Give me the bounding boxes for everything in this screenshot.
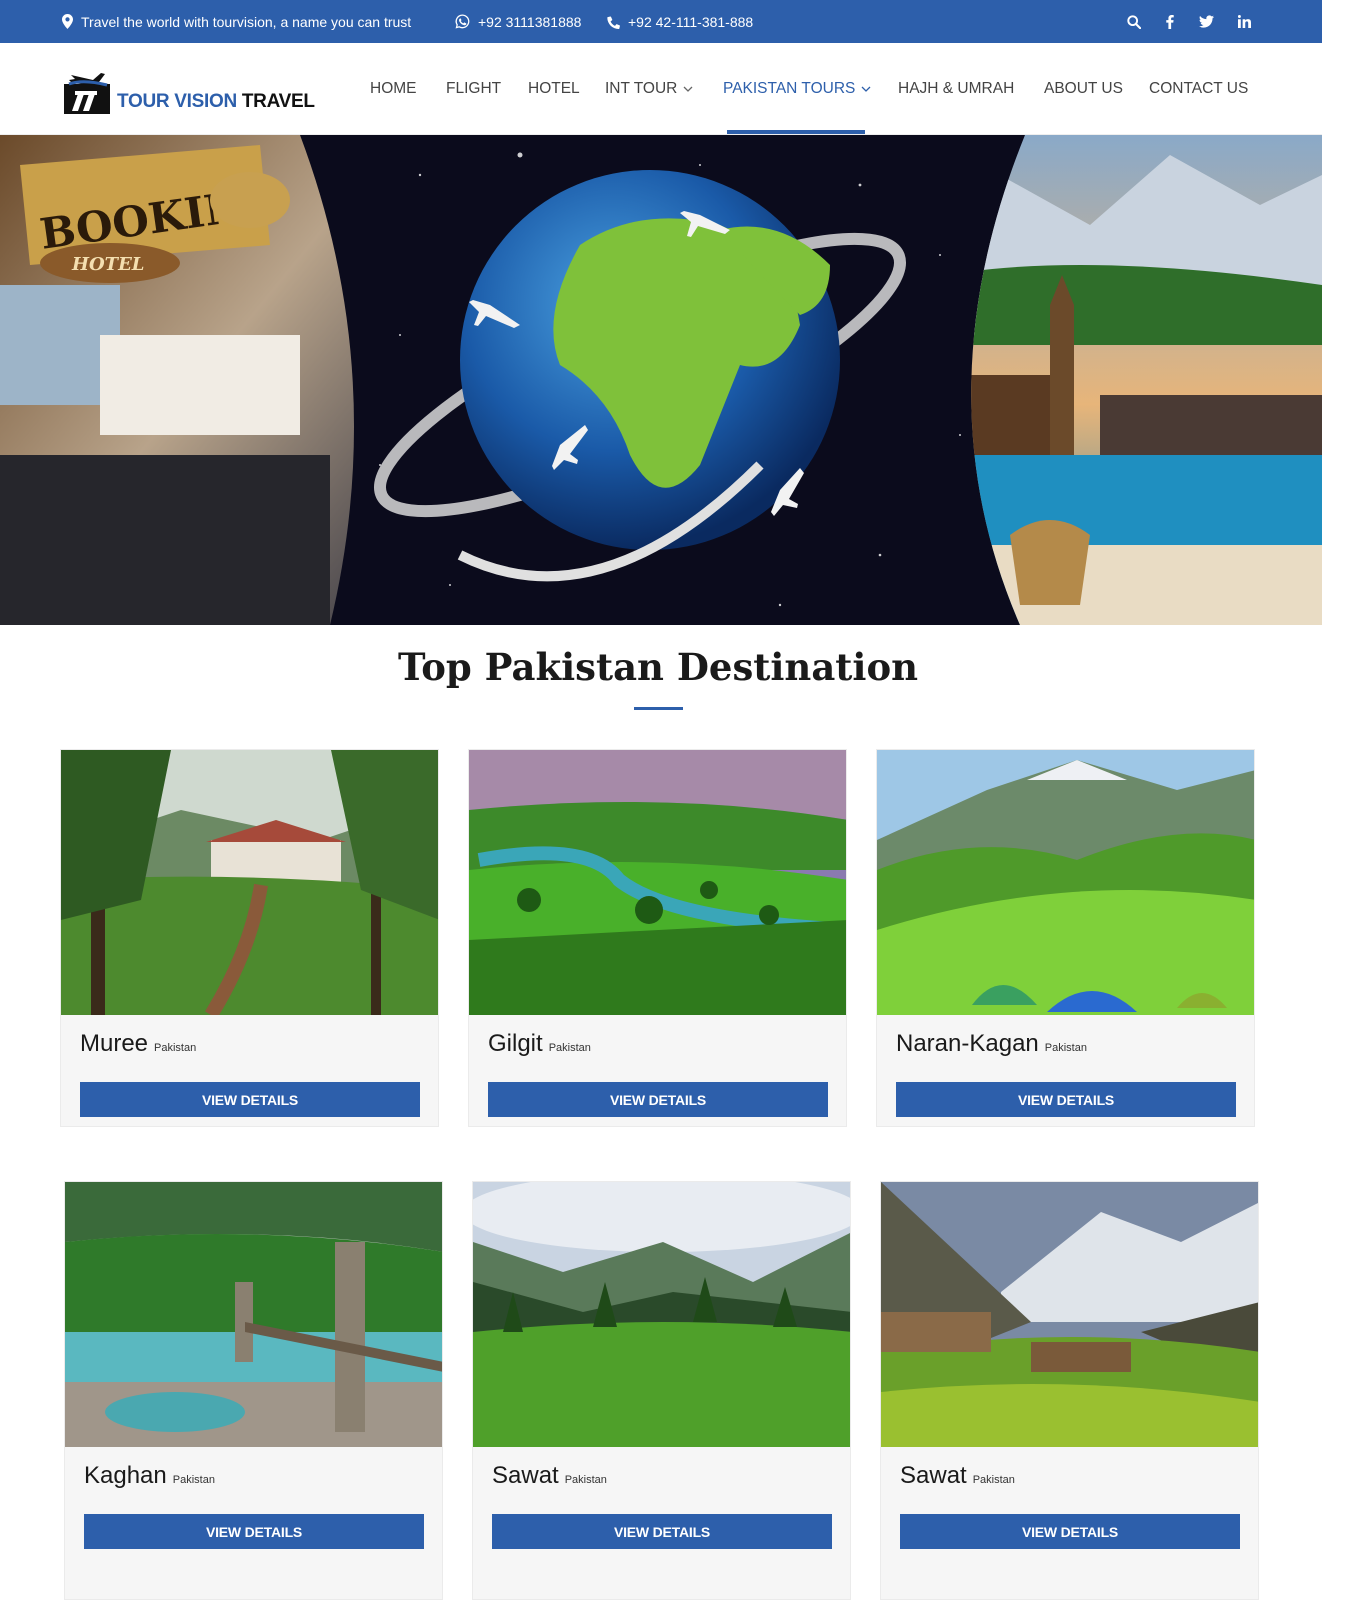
destination-image-kaghan[interactable] [65,1182,442,1447]
nav-about-label: ABOUT US [1044,80,1123,97]
tagline-item: Travel the world with tourvision, a name… [62,0,411,43]
facebook-link[interactable] [1158,0,1182,43]
page-edge [1322,0,1349,1600]
destination-caption: Naran-Kagan Pakistan [896,1030,1087,1058]
destination-caption: Gilgit Pakistan [488,1030,591,1058]
nav-flight-label: FLIGHT [446,80,502,97]
twitter-icon [1198,15,1214,28]
destination-caption: Muree Pakistan [80,1030,196,1058]
destination-image-muree[interactable] [61,750,438,1015]
destination-name: Muree [80,1030,149,1057]
destination-country: Pakistan [154,1042,197,1054]
search-button[interactable] [1122,0,1146,43]
view-details-button[interactable]: VIEW DETAILS [84,1514,424,1549]
destination-caption: Sawat Pakistan [492,1462,607,1490]
destination-country: Pakistan [972,1474,1015,1486]
logo-text-travel: TRAVEL [241,91,315,112]
nav-pakistan-tours[interactable]: PAKISTAN TOURS [723,43,871,135]
nav-about-us[interactable]: ABOUT US [1044,43,1123,135]
nav-hotel-label: HOTEL [528,80,580,97]
nav-int-tour-label: INT TOUR [605,80,678,97]
twitter-link[interactable] [1194,0,1218,43]
nav-contact-us[interactable]: CONTACT US [1149,43,1248,135]
destination-card-sawat-2: Sawat Pakistan VIEW DETAILS [880,1181,1259,1600]
phone-item[interactable]: +92 42-111-381-888 [606,0,753,43]
logo-text-tourvision: TOUR VISION [117,91,237,112]
destination-image-gilgit[interactable] [469,750,846,1015]
chevron-down-icon [861,86,871,92]
site-logo[interactable]: TOUR VISION TRAVEL [63,69,315,115]
tagline-text: Travel the world with tourvision, a name… [81,13,412,30]
nav-hotel[interactable]: HOTEL [528,43,580,135]
linkedin-icon [1237,15,1251,28]
view-details-button[interactable]: VIEW DETAILS [492,1514,832,1549]
hero-banner: BOOKING HOTEL [0,135,1322,625]
destination-name: Kaghan [84,1462,167,1489]
linkedin-link[interactable] [1232,0,1256,43]
destination-name: Sawat [492,1462,559,1489]
nav-home[interactable]: HOME [370,43,417,135]
view-details-button[interactable]: VIEW DETAILS [488,1082,828,1117]
nav-int-tour[interactable]: INT TOUR [605,43,693,135]
chevron-down-icon [683,86,693,92]
destination-country: Pakistan [564,1474,607,1486]
facebook-icon [1166,14,1174,29]
view-details-button[interactable]: VIEW DETAILS [80,1082,420,1117]
view-details-button[interactable]: VIEW DETAILS [896,1082,1236,1117]
section-title-underline [634,707,683,710]
hero-collage-image: BOOKING HOTEL [0,135,1322,625]
destination-image-sawat-2[interactable] [881,1182,1258,1447]
whatsapp-number: +92 3111381888 [478,13,582,30]
nav-active-indicator [727,130,865,134]
destination-country: Pakistan [1044,1042,1087,1054]
top-info-bar: Travel the world with tourvision, a name… [0,0,1322,43]
destination-card-sawat-1: Sawat Pakistan VIEW DETAILS [472,1181,851,1600]
logo-airplane-icon [63,71,111,115]
destination-country: Pakistan [548,1042,591,1054]
nav-home-label: HOME [370,80,417,97]
nav-flight[interactable]: FLIGHT [446,43,501,135]
hero-hotel-text: HOTEL [71,254,144,275]
destination-caption: Sawat Pakistan [900,1462,1015,1490]
view-details-button[interactable]: VIEW DETAILS [900,1514,1240,1549]
nav-hajj-label: HAJH & UMRAH [898,80,1015,97]
destination-name: Naran-Kagan [896,1030,1039,1057]
destination-caption: Kaghan Pakistan [84,1462,215,1490]
phone-number: +92 42-111-381-888 [628,13,754,30]
destination-image-sawat-1[interactable] [473,1182,850,1447]
location-pin-icon [62,14,73,29]
nav-contact-label: CONTACT US [1149,80,1249,97]
destination-image-naran-kagan[interactable] [877,750,1254,1015]
nav-pakistan-tours-label: PAKISTAN TOURS [723,80,856,97]
destination-name: Sawat [900,1462,967,1489]
whatsapp-item[interactable]: +92 3111381888 [455,0,581,43]
section-title: Top Pakistan Destination [397,645,919,689]
site-header: TOUR VISION TRAVEL HOME FLIGHT HOTEL INT… [0,43,1322,135]
nav-hajj-umrah[interactable]: HAJH & UMRAH [898,43,1014,135]
whatsapp-icon [455,14,470,29]
phone-icon [607,15,620,29]
destination-name: Gilgit [488,1030,543,1057]
destination-card-muree: Muree Pakistan VIEW DETAILS [60,749,439,1127]
search-icon [1127,14,1141,29]
destination-country: Pakistan [172,1474,215,1486]
destination-card-kaghan: Kaghan Pakistan VIEW DETAILS [64,1181,443,1600]
logo-text: TOUR VISION TRAVEL [117,91,315,115]
destination-card-naran-kagan: Naran-Kagan Pakistan VIEW DETAILS [876,749,1255,1127]
destination-card-gilgit: Gilgit Pakistan VIEW DETAILS [468,749,847,1127]
